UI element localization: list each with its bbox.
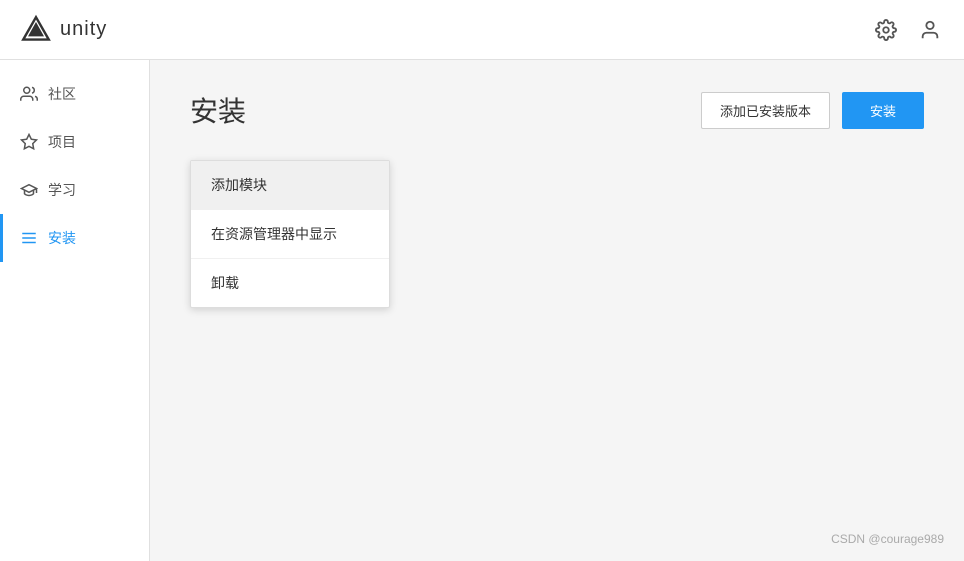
context-menu-label-add-module: 添加模块 [211, 177, 267, 193]
add-installed-button[interactable]: 添加已安装版本 [701, 92, 830, 129]
watermark-text: CSDN @courage989 [831, 532, 944, 546]
layout: 社区 项目 学习 [0, 60, 964, 561]
header-right [872, 16, 944, 44]
page-title: 安装 [190, 90, 246, 130]
sidebar-item-projects[interactable]: 项目 [0, 118, 149, 166]
page-actions: 添加已安装版本 安装 [701, 92, 924, 129]
context-menu-label-show-explorer: 在资源管理器中显示 [211, 226, 337, 242]
context-menu: 添加模块 在资源管理器中显示 卸载 [190, 160, 390, 308]
unity-logo-icon [20, 14, 52, 46]
install-button[interactable]: 安装 [842, 92, 924, 129]
sidebar-label-projects: 项目 [48, 132, 76, 152]
install-icon [20, 229, 38, 247]
watermark: CSDN @courage989 [831, 532, 944, 546]
context-menu-item-add-module[interactable]: 添加模块 [191, 161, 389, 210]
main-content: 安装 添加已安装版本 安装 添加模块 在资源管理器中显示 卸载 CSDN @co… [150, 60, 964, 561]
sidebar-item-learn[interactable]: 学习 [0, 166, 149, 214]
user-icon[interactable] [916, 16, 944, 44]
community-icon [20, 85, 38, 103]
sidebar: 社区 项目 学习 [0, 60, 150, 561]
learn-icon [20, 181, 38, 199]
page-header: 安装 添加已安装版本 安装 [190, 90, 924, 130]
sidebar-label-community: 社区 [48, 84, 76, 104]
context-menu-item-show-explorer[interactable]: 在资源管理器中显示 [191, 210, 389, 259]
context-menu-item-uninstall[interactable]: 卸载 [191, 259, 389, 307]
sidebar-item-install[interactable]: 安装 [0, 214, 149, 262]
gear-icon[interactable] [872, 16, 900, 44]
sidebar-item-community[interactable]: 社区 [0, 70, 149, 118]
sidebar-label-install: 安装 [48, 228, 76, 248]
unity-logo: unity [20, 14, 107, 46]
sidebar-label-learn: 学习 [48, 180, 76, 200]
unity-logo-text: unity [60, 18, 107, 41]
context-menu-label-uninstall: 卸载 [211, 275, 239, 291]
project-icon [20, 133, 38, 151]
header: unity [0, 0, 964, 60]
header-left: unity [20, 14, 107, 46]
